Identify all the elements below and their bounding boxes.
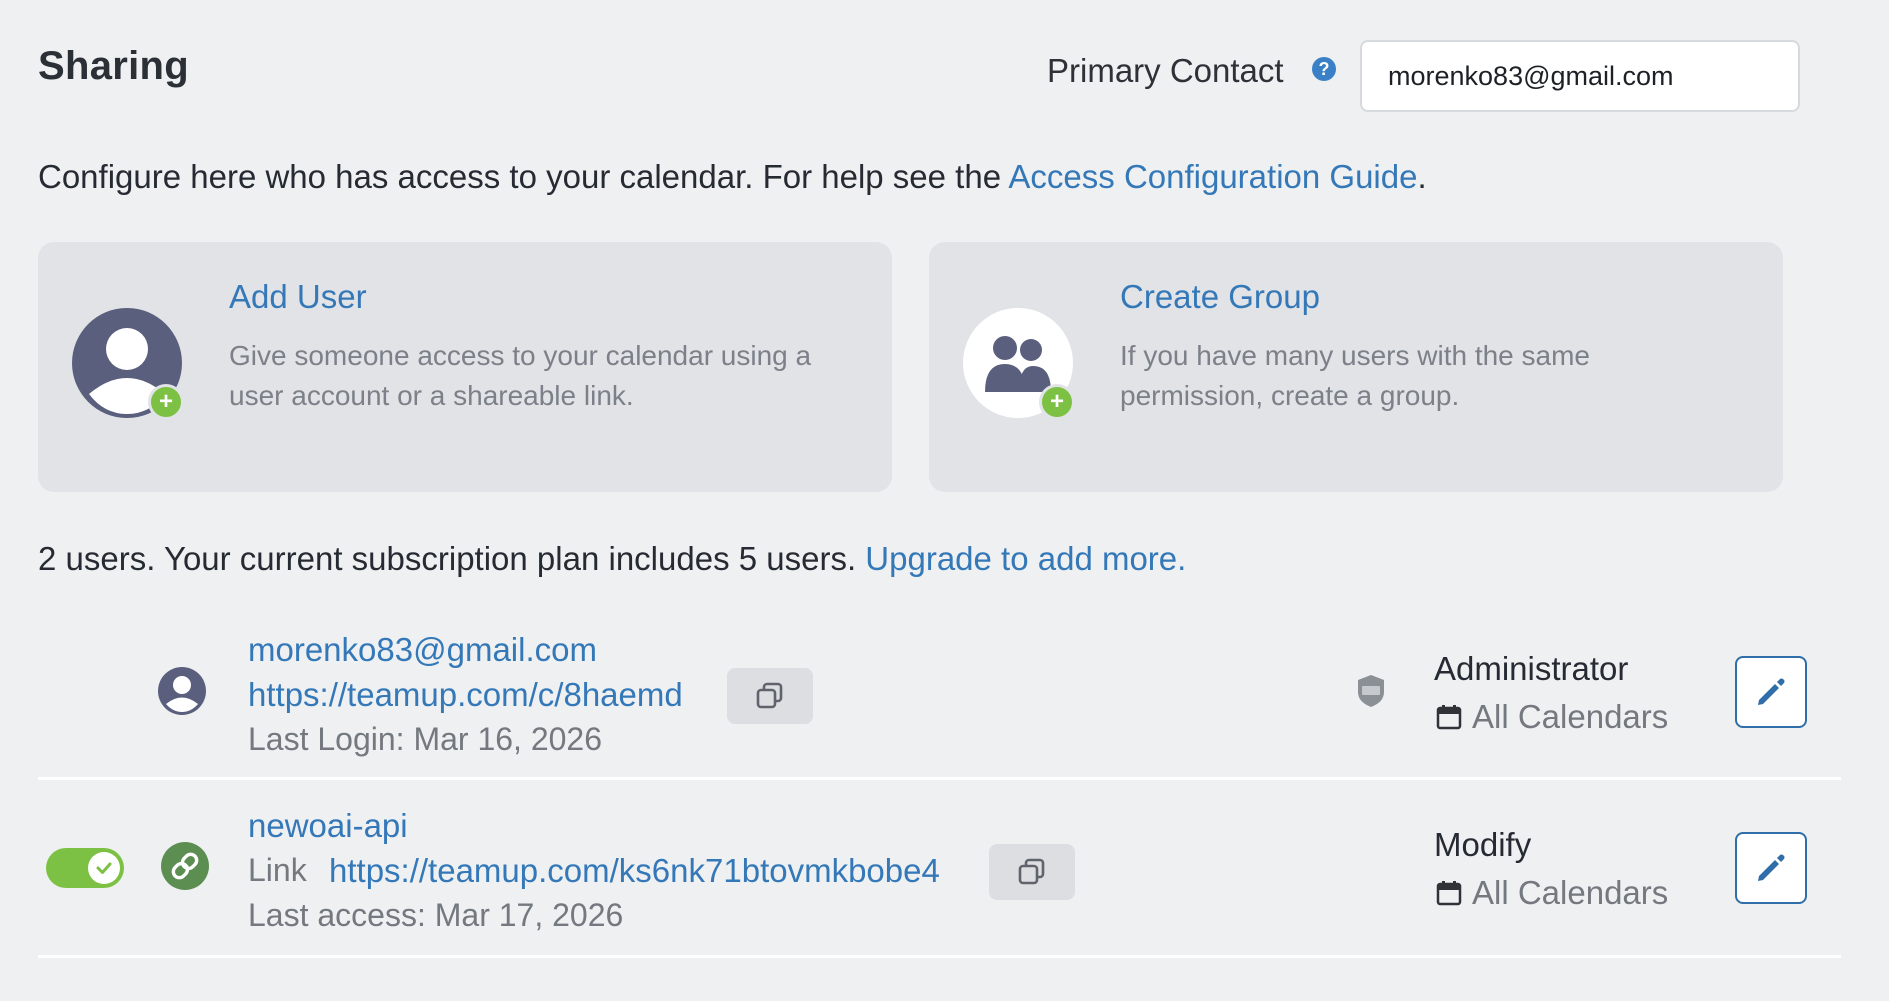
2fa-shield-icon [1356, 674, 1386, 713]
copy-url-button[interactable] [727, 668, 813, 724]
last-access: Last access: Mar 17, 2026 [248, 897, 624, 933]
intro-text: Configure here who has access to your ca… [38, 158, 1427, 196]
pencil-icon [1758, 678, 1785, 705]
edit-user-button[interactable] [1735, 656, 1807, 728]
link-avatar [161, 842, 209, 895]
intro-text-body: Configure here who has access to your ca… [38, 158, 1009, 195]
pencil-icon [1758, 854, 1785, 881]
edit-link-button[interactable] [1735, 832, 1807, 904]
user-role: Administrator [1434, 650, 1629, 687]
link-role: Modify [1434, 826, 1532, 863]
users-info-text: 2 users. Your current subscription plan … [38, 540, 866, 577]
user-calendars: All Calendars [1436, 698, 1668, 736]
link-label: Link [248, 852, 307, 888]
access-config-guide-link[interactable]: Access Configuration Guide [1008, 158, 1417, 195]
calendars-label: All Calendars [1472, 698, 1669, 735]
plus-icon: + [1039, 384, 1075, 420]
user-icon [158, 667, 206, 715]
page-title: Sharing [38, 44, 190, 88]
upgrade-link[interactable]: Upgrade to add more. [865, 540, 1186, 577]
primary-contact-label: Primary Contact [1047, 52, 1284, 89]
row-divider [38, 777, 1841, 780]
link-url[interactable]: https://teamup.com/ks6nk71btovmkbobe4 [329, 852, 940, 890]
calendar-icon [1436, 881, 1462, 906]
plus-icon: + [148, 384, 184, 420]
add-user-description: Give someone access to your calendar usi… [229, 340, 812, 411]
row-divider [38, 955, 1841, 958]
calendar-icon [1436, 705, 1462, 730]
toggle-knob [88, 852, 120, 884]
group-add-icon: + [963, 308, 1075, 420]
link-icon [161, 842, 209, 890]
user-url[interactable]: https://teamup.com/c/8haemd [248, 676, 683, 714]
intro-period: . [1417, 158, 1427, 195]
user-avatar [158, 667, 206, 720]
link-calendars: All Calendars [1436, 874, 1668, 912]
copy-icon [756, 682, 783, 709]
copy-link-button[interactable] [989, 844, 1075, 900]
copy-icon [1018, 858, 1045, 885]
user-add-icon: + [72, 308, 184, 420]
create-group-description: If you have many users with the same per… [1120, 340, 1590, 411]
create-group-title[interactable]: Create Group [1120, 278, 1320, 316]
add-user-card[interactable]: + Add User Give someone access to your c… [38, 242, 892, 492]
add-user-title[interactable]: Add User [229, 278, 367, 316]
calendars-label: All Calendars [1472, 874, 1669, 911]
users-info: 2 users. Your current subscription plan … [38, 540, 1186, 578]
enable-toggle[interactable] [46, 848, 124, 888]
create-group-card[interactable]: + Create Group If you have many users wi… [929, 242, 1783, 492]
primary-contact-input[interactable] [1360, 40, 1800, 112]
user-name[interactable]: morenko83@gmail.com [248, 631, 597, 669]
last-login: Last Login: Mar 16, 2026 [248, 721, 603, 757]
help-icon[interactable]: ? [1312, 57, 1336, 81]
link-name[interactable]: newoai-api [248, 807, 408, 845]
check-icon [96, 862, 112, 874]
